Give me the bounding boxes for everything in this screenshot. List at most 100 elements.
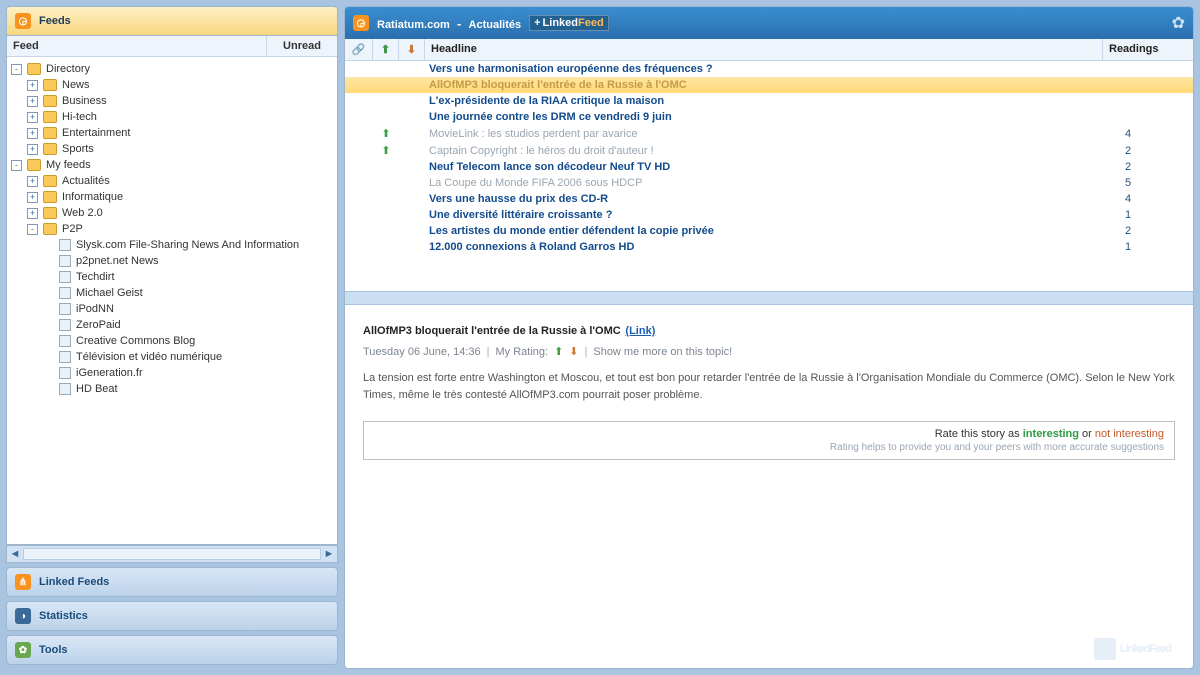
tree-feed[interactable]: p2pnet.net News (11, 253, 333, 269)
article-link[interactable]: (Link) (625, 325, 655, 337)
tree-feed[interactable]: Slysk.com File-Sharing News And Informat… (11, 237, 333, 253)
tree-feed[interactable]: HD Beat (11, 381, 333, 397)
article-row[interactable]: ⬆MovieLink : les studios perdent par ava… (345, 125, 1193, 142)
tree-folder[interactable]: -My feeds (11, 157, 333, 173)
article-row[interactable]: Une diversité littéraire croissante ?1 (345, 207, 1193, 223)
tree-label: Michael Geist (76, 287, 143, 299)
folder-icon (43, 223, 57, 235)
article-row[interactable]: Une journée contre les DRM ce vendredi 9… (345, 109, 1193, 125)
tree-folder[interactable]: +Actualités (11, 173, 333, 189)
expand-icon[interactable]: + (27, 128, 38, 139)
plus-icon: + (534, 17, 540, 29)
headline-link[interactable]: MovieLink : les studios perdent par avar… (429, 128, 638, 140)
expand-icon[interactable]: + (27, 176, 38, 187)
article-row[interactable]: 12.000 connexions à Roland Garros HD 1 (345, 239, 1193, 255)
tools-panel[interactable]: ✿ Tools (6, 635, 338, 665)
headline-link[interactable]: Vers une harmonisation européenne des fr… (429, 63, 713, 75)
headline-link[interactable]: Vers une hausse du prix des CD-R (429, 193, 608, 205)
splitter[interactable] (345, 291, 1193, 305)
tree-label: Slysk.com File-Sharing News And Informat… (76, 239, 299, 251)
article-row[interactable]: ⬆Captain Copyright : le héros du droit d… (345, 142, 1193, 159)
expand-icon[interactable]: + (27, 80, 38, 91)
tree-folder[interactable]: +Informatique (11, 189, 333, 205)
headline-link[interactable]: Les artistes du monde entier défendent l… (429, 225, 714, 237)
headline-link[interactable]: 12.000 connexions à Roland Garros HD (429, 241, 634, 253)
headline-link[interactable]: L'ex-présidente de la RIAA critique la m… (429, 95, 664, 107)
col-unread[interactable]: Unread (267, 36, 337, 56)
col-thumbs-up-icon[interactable]: ⬆ (373, 39, 399, 60)
tree-feed[interactable]: Techdirt (11, 269, 333, 285)
collapse-icon[interactable]: - (11, 160, 22, 171)
rate-not-interesting[interactable]: not interesting (1095, 428, 1164, 440)
sidebar: ◶ Feeds Feed Unread -Directory + News +Busi… (6, 6, 338, 669)
feeds-label: Feeds (39, 15, 71, 27)
readings-count: 2 (1119, 145, 1193, 157)
collapse-icon[interactable]: - (27, 224, 38, 235)
scroll-right-icon[interactable]: ► (321, 548, 337, 560)
tree-label: Web 2.0 (62, 207, 103, 219)
tree-feed[interactable]: iGeneration.fr (11, 365, 333, 381)
tools-label: Tools (39, 644, 68, 656)
tree-feed[interactable]: Télévision et vidéo numérique (11, 349, 333, 365)
tree-folder[interactable]: - P2P (11, 221, 333, 237)
col-feed[interactable]: Feed (7, 36, 267, 56)
expand-icon[interactable]: + (27, 144, 38, 155)
linked-feeds-panel[interactable]: ⋔ Linked Feeds (6, 567, 338, 597)
col-readings[interactable]: Readings (1103, 39, 1193, 60)
tree-folder[interactable]: -Directory (11, 61, 333, 77)
readings-count: 1 (1119, 241, 1193, 253)
headline-link[interactable]: Une journée contre les DRM ce vendredi 9… (429, 111, 672, 123)
rss-icon: ◶ (15, 13, 31, 29)
article-row[interactable]: La Coupe du Monde FIFA 2006 sous HDCP5 (345, 175, 1193, 191)
article-row[interactable]: L'ex-présidente de la RIAA critique la m… (345, 93, 1193, 109)
tree-folder[interactable]: +Business (11, 93, 333, 109)
expand-icon[interactable]: + (27, 96, 38, 107)
headline-link[interactable]: Une diversité littéraire croissante ? (429, 209, 612, 221)
collapse-icon[interactable]: - (11, 64, 22, 75)
col-thumbs-down-icon[interactable]: ⬇ (399, 39, 425, 60)
source-name: Ratiatum.com - Actualités (377, 16, 521, 31)
rate-interesting[interactable]: interesting (1023, 428, 1079, 440)
article-row[interactable]: Neuf Telecom lance son décodeur Neuf TV … (345, 159, 1193, 175)
tree-label: P2P (62, 223, 83, 235)
scroll-track[interactable] (23, 548, 321, 560)
linkedfeed-badge[interactable]: + LinkedFeed (529, 15, 609, 31)
article-row[interactable]: Vers une hausse du prix des CD-R4 (345, 191, 1193, 207)
article-row[interactable]: Vers une harmonisation européenne des fr… (345, 61, 1193, 77)
statistics-panel[interactable]: ◑ Statistics (6, 601, 338, 631)
expand-icon[interactable]: + (27, 192, 38, 203)
tree-feed[interactable]: Michael Geist (11, 285, 333, 301)
expand-icon[interactable]: + (27, 112, 38, 123)
tree-folder[interactable]: + Web 2.0 (11, 205, 333, 221)
thumb-down-icon[interactable]: ⬇ (569, 345, 578, 358)
tree-folder[interactable]: +Hi-tech (11, 109, 333, 125)
stats-icon: ◑ (15, 608, 31, 624)
show-more-link[interactable]: Show me more on this topic! (593, 346, 732, 358)
folder-icon (27, 63, 41, 75)
tree-feed[interactable]: ZeroPaid (11, 317, 333, 333)
article-row[interactable]: AllOfMP3 bloquerait l'entrée de la Russi… (345, 77, 1193, 93)
tree-hscroll[interactable]: ◄ ► (6, 545, 338, 563)
tree-feed[interactable]: Creative Commons Blog (11, 333, 333, 349)
headline-link[interactable]: Neuf Telecom lance son décodeur Neuf TV … (429, 161, 670, 173)
tree-feed[interactable]: iPodNN (11, 301, 333, 317)
scroll-left-icon[interactable]: ◄ (7, 548, 23, 560)
feeds-panel-header[interactable]: ◶ Feeds (6, 6, 338, 36)
col-headline[interactable]: Headline (425, 39, 1103, 60)
headline-link[interactable]: Captain Copyright : le héros du droit d'… (429, 145, 654, 157)
folder-icon (43, 143, 57, 155)
tree-folder[interactable]: +Sports (11, 141, 333, 157)
tree-folder[interactable]: +Entertainment (11, 125, 333, 141)
gear-icon[interactable]: ✿ (1172, 13, 1185, 33)
headline-link[interactable]: AllOfMP3 bloquerait l'entrée de la Russi… (429, 79, 687, 91)
tree-label: Techdirt (76, 271, 115, 283)
article-row[interactable]: Les artistes du monde entier défendent l… (345, 223, 1193, 239)
article-list[interactable]: Vers une harmonisation européenne des fr… (345, 61, 1193, 291)
tree-folder[interactable]: + News (11, 77, 333, 93)
tree-label: News (62, 79, 90, 91)
col-link-icon[interactable]: 🔗 (345, 39, 373, 60)
folder-icon (27, 159, 41, 171)
headline-link[interactable]: La Coupe du Monde FIFA 2006 sous HDCP (429, 177, 642, 189)
expand-icon[interactable]: + (27, 208, 38, 219)
thumb-up-icon[interactable]: ⬆ (554, 345, 563, 358)
